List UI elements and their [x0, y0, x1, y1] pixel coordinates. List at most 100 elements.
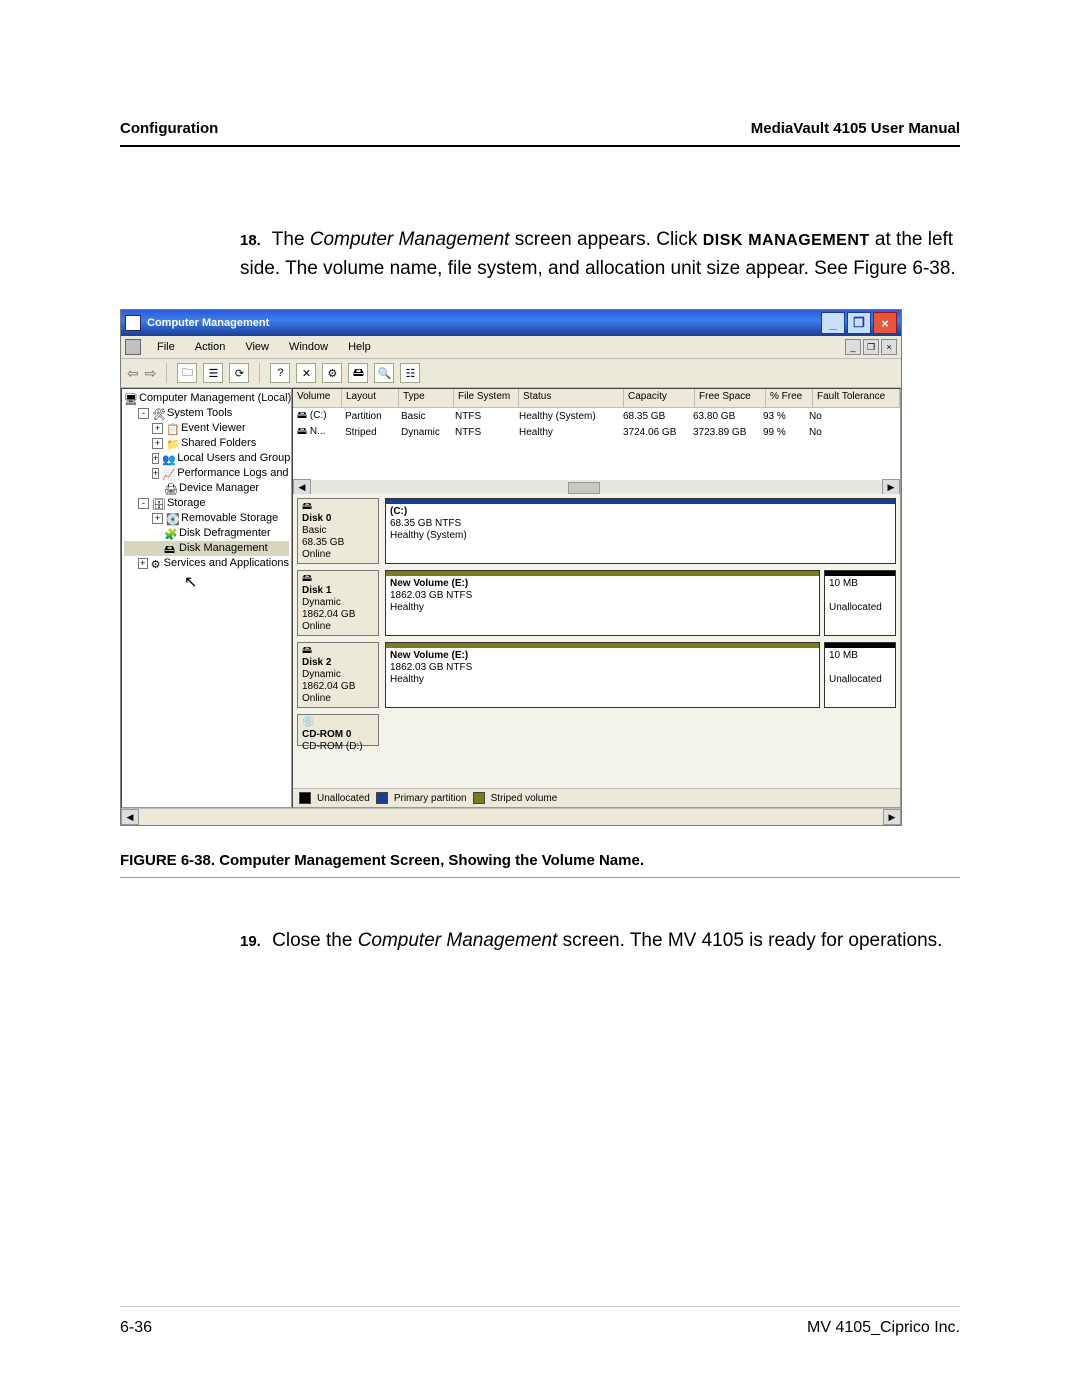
tree-disk-defrag[interactable]: 🧩 Disk Defragmenter [124, 526, 289, 541]
tree-disk-management[interactable]: 🖴 Disk Management [124, 541, 289, 556]
volume-hscrollbar[interactable]: ◀ ▶ [293, 480, 900, 494]
mmc-icon [125, 339, 141, 355]
disk2-part-l2: 1862.03 GB NTFS [390, 662, 472, 673]
menu-file[interactable]: File [147, 339, 185, 355]
disk2-partition[interactable]: New Volume (E:) 1862.03 GB NTFS Healthy [385, 642, 820, 708]
tree-local-users[interactable]: + 👥 Local Users and Groups [124, 451, 289, 466]
scroll-thumb[interactable] [311, 481, 882, 493]
misc-icon[interactable]: ☷ [400, 363, 420, 383]
step-18-sc2: Management [748, 232, 869, 249]
disk1-label[interactable]: 🖴 Disk 1 Dynamic 1862.04 GB Online [297, 570, 379, 636]
disk1-unallocated[interactable]: 10 MB Unallocated [824, 570, 896, 636]
disk1-t2: 1862.04 GB [302, 609, 355, 620]
tree-root[interactable]: 🖥 Computer Management (Local) [124, 391, 289, 406]
expand-icon[interactable]: + [152, 423, 163, 434]
vol0-cap: 68.35 GB [619, 410, 689, 423]
tree-hscrollbar[interactable]: ◀ ▶ [121, 808, 901, 825]
tree-services-apps[interactable]: + ⚙ Services and Applications [124, 556, 289, 571]
volume-row[interactable]: 🖴 N... Striped Dynamic NTFS Healthy 3724… [293, 424, 900, 440]
maximize-button[interactable]: ❐ [847, 312, 871, 334]
expand-icon[interactable]: + [138, 558, 148, 569]
col-volume[interactable]: Volume [293, 389, 342, 407]
delete-icon[interactable]: ✕ [296, 363, 316, 383]
disk2-part-title: New Volume (E:) [390, 650, 815, 662]
disk-row[interactable]: 🖴 Disk 2 Dynamic 1862.04 GB Online New V… [297, 642, 896, 708]
expand-icon[interactable]: + [152, 453, 159, 464]
cdrom-label[interactable]: 💿 CD-ROM 0 CD-ROM (D:) [297, 714, 379, 746]
expand-icon[interactable]: + [152, 438, 163, 449]
help-icon[interactable]: 🖴 [348, 363, 368, 383]
disk0-label[interactable]: 🖴 Disk 0 Basic 68.35 GB Online [297, 498, 379, 564]
tree-perf-logs[interactable]: + 📈 Performance Logs and Alerts [124, 466, 289, 481]
collapse-icon[interactable]: - [138, 408, 149, 419]
tree-device-manager[interactable]: 🖨 Device Manager [124, 481, 289, 496]
disk2-label[interactable]: 🖴 Disk 2 Dynamic 1862.04 GB Online [297, 642, 379, 708]
refresh-icon[interactable]: ⟳ [229, 363, 249, 383]
col-type[interactable]: Type [399, 389, 454, 407]
expand-icon[interactable]: + [152, 513, 163, 524]
disk0-partition[interactable]: (C:) 68.35 GB NTFS Healthy (System) [385, 498, 896, 564]
volume-list-header[interactable]: Volume Layout Type File System Status Ca… [293, 389, 900, 408]
disk-row[interactable]: 💿 CD-ROM 0 CD-ROM (D:) [297, 714, 896, 746]
close-button[interactable]: × [873, 312, 897, 334]
disk-row[interactable]: 🖴 Disk 1 Dynamic 1862.04 GB Online New V… [297, 570, 896, 636]
disk0-t2: 68.35 GB [302, 537, 344, 548]
col-faulttol[interactable]: Fault Tolerance [813, 389, 900, 407]
scroll-left-icon[interactable]: ◀ [293, 479, 311, 495]
show-hide-icon[interactable]: ☰ [203, 363, 223, 383]
col-status[interactable]: Status [519, 389, 624, 407]
up-icon[interactable]: 🗀 [177, 363, 197, 383]
menu-help[interactable]: Help [338, 339, 381, 355]
col-filesystem[interactable]: File System [454, 389, 519, 407]
child-restore-button[interactable]: ❐ [863, 339, 879, 355]
col-layout[interactable]: Layout [342, 389, 399, 407]
settings-icon[interactable]: ⚙ [322, 363, 342, 383]
vol1-cap: 3724.06 GB [619, 426, 689, 439]
toolbar-separator [166, 363, 167, 383]
list-icon[interactable]: 🔍 [374, 363, 394, 383]
menu-view[interactable]: View [235, 339, 279, 355]
legend-swatch-primary [376, 792, 388, 804]
tree-systools-label: System Tools [167, 406, 232, 421]
partition-color-bar [825, 643, 895, 648]
figure-caption: FIGURE 6-38. Computer Management Screen,… [120, 842, 960, 878]
child-minimize-button[interactable]: _ [845, 339, 861, 355]
tree-removable-storage[interactable]: + 💽 Removable Storage [124, 511, 289, 526]
perf-icon: 📈 [162, 468, 174, 480]
partition-color-bar [386, 499, 895, 504]
back-button[interactable]: ⇦ [127, 365, 139, 382]
col-capacity[interactable]: Capacity [624, 389, 695, 407]
expand-icon[interactable]: + [152, 468, 159, 479]
menu-window[interactable]: Window [279, 339, 338, 355]
right-pane: Volume Layout Type File System Status Ca… [292, 388, 901, 808]
legend-unallocated: Unallocated [317, 793, 370, 804]
tree-pane[interactable]: 🖥 Computer Management (Local) - 🛠 System… [121, 388, 292, 808]
disk1-partition[interactable]: New Volume (E:) 1862.03 GB NTFS Healthy [385, 570, 820, 636]
menu-action[interactable]: Action [185, 339, 236, 355]
tree-system-tools[interactable]: - 🛠 System Tools [124, 406, 289, 421]
disk-row[interactable]: 🖴 Disk 0 Basic 68.35 GB Online (C:) 68.3… [297, 498, 896, 564]
collapse-icon[interactable]: - [138, 498, 149, 509]
defrag-icon: 🧩 [164, 528, 176, 540]
disk2-unallocated[interactable]: 10 MB Unallocated [824, 642, 896, 708]
event-icon: 📋 [166, 423, 178, 435]
tree-shared-folders[interactable]: + 📁 Shared Folders [124, 436, 289, 451]
tree-storage[interactable]: - 🗄 Storage [124, 496, 289, 511]
col-pctfree[interactable]: % Free [766, 389, 813, 407]
tree-event-viewer[interactable]: + 📋 Event Viewer [124, 421, 289, 436]
scroll-right-icon[interactable]: ▶ [883, 809, 901, 825]
step-19: 19. Close the Computer Management screen… [240, 927, 960, 956]
forward-button[interactable]: ⇨ [145, 365, 157, 382]
titlebar[interactable]: Computer Management _ ❐ × [121, 310, 901, 336]
mouse-cursor-icon: ↖ [184, 575, 289, 590]
computer-management-window: Computer Management _ ❐ × File Action Vi… [120, 309, 902, 826]
child-close-button[interactable]: × [881, 339, 897, 355]
properties-icon[interactable]: ? [270, 363, 290, 383]
col-freespace[interactable]: Free Space [695, 389, 766, 407]
minimize-button[interactable]: _ [821, 312, 845, 334]
users-icon: 👥 [162, 453, 174, 465]
volume-row[interactable]: 🖴 (C:) Partition Basic NTFS Healthy (Sys… [293, 408, 900, 424]
scroll-right-icon[interactable]: ▶ [882, 479, 900, 495]
scroll-left-icon[interactable]: ◀ [121, 809, 139, 825]
disk1-part-title: New Volume (E:) [390, 578, 815, 590]
